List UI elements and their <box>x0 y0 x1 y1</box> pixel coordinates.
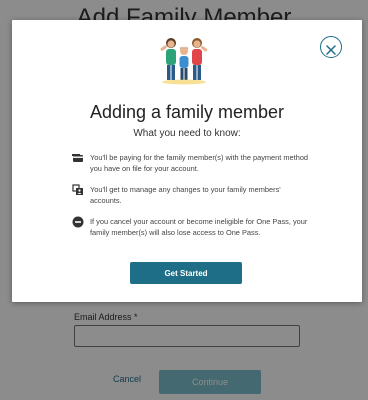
list-item: You'll get to manage any changes to your… <box>72 184 312 206</box>
list-item: You'll be paying for the family member(s… <box>72 152 312 174</box>
close-button[interactable] <box>320 36 342 58</box>
minus-circle-icon <box>72 216 84 228</box>
info-text: You'll be paying for the family member(s… <box>90 153 309 173</box>
info-list: You'll be paying for the family member(s… <box>72 152 312 248</box>
modal-title: Adding a family member <box>89 102 285 122</box>
credit-card-icon <box>72 154 83 162</box>
info-text: You'll get to manage any changes to your… <box>90 185 281 205</box>
manage-accounts-icon <box>72 184 83 195</box>
close-icon <box>326 44 336 55</box>
list-item: If you cancel your account or become ine… <box>72 216 312 238</box>
info-text: If you cancel your account or become ine… <box>90 217 308 237</box>
modal-subtitle: What you need to know: <box>133 128 241 139</box>
get-started-button[interactable]: Get Started <box>130 262 242 284</box>
add-family-modal: Adding a family member What you need to … <box>12 20 362 302</box>
family-illustration-icon <box>160 38 208 85</box>
